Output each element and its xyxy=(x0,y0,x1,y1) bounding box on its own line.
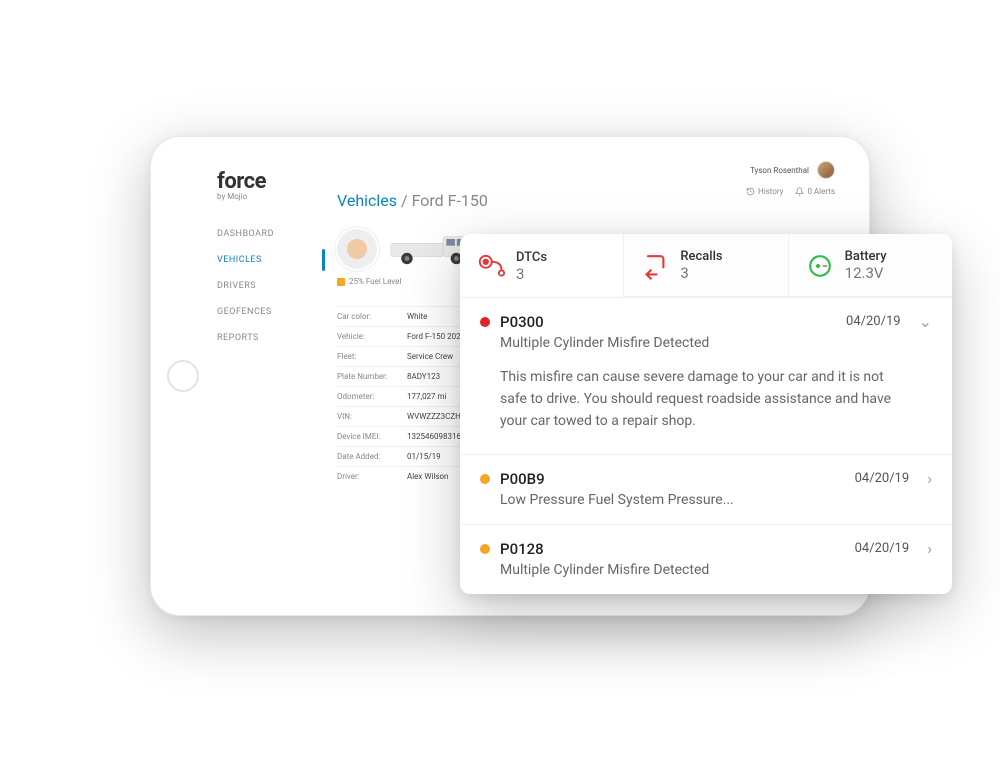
nav-vehicles[interactable]: VEHICLES xyxy=(217,247,325,273)
dtc-title: Multiple Cylinder Misfire Detected xyxy=(500,335,932,351)
chevron-right-icon: › xyxy=(927,469,932,488)
driver-avatar[interactable] xyxy=(337,229,377,269)
dtc-code: P0128 xyxy=(500,540,544,558)
battery-icon xyxy=(805,251,835,281)
chevron-down-icon: ⌄ xyxy=(919,312,932,331)
topbar: Tyson Rosenthal xyxy=(750,161,835,179)
severity-dot-amber xyxy=(480,474,490,484)
dtc-date: 04/20/19 xyxy=(855,541,910,556)
nav-drivers[interactable]: DRIVERS xyxy=(217,273,325,299)
brand-name: force xyxy=(217,169,325,194)
breadcrumb-section[interactable]: Vehicles xyxy=(337,191,397,210)
brand-subtitle: by Mojio xyxy=(217,192,325,201)
fuel-icon xyxy=(337,278,345,286)
breadcrumb-current: Ford F-150 xyxy=(412,191,488,210)
severity-dot-red xyxy=(480,317,490,327)
dtc-icon xyxy=(476,252,506,282)
dtc-description: This misfire can cause severe damage to … xyxy=(500,367,900,432)
diagnostics-panel: DTCs3 Recalls3 Battery12.3V P0300 04/20/… xyxy=(460,234,952,594)
avatar[interactable] xyxy=(817,161,835,179)
bell-icon xyxy=(795,187,804,196)
dtc-code: P0300 xyxy=(500,313,544,331)
nav-dashboard[interactable]: DASHBOARD xyxy=(217,221,325,247)
diagnostic-tabs: DTCs3 Recalls3 Battery12.3V xyxy=(460,234,952,297)
recall-icon xyxy=(640,251,670,281)
history-link[interactable]: History xyxy=(746,187,783,196)
dtc-title: Low Pressure Fuel System Pressure... xyxy=(500,492,932,508)
alerts-link[interactable]: 0 Alerts xyxy=(795,187,835,196)
sub-toolbar: History 0 Alerts xyxy=(746,187,835,196)
tab-recalls[interactable]: Recalls3 xyxy=(623,234,787,297)
dtc-date: 04/20/19 xyxy=(855,471,910,486)
dtc-date: 04/20/19 xyxy=(846,314,901,329)
nav-reports[interactable]: REPORTS xyxy=(217,325,325,351)
chevron-right-icon: › xyxy=(927,539,932,558)
tab-battery[interactable]: Battery12.3V xyxy=(788,234,952,297)
tab-dtcs[interactable]: DTCs3 xyxy=(460,234,623,297)
dtc-code: P00B9 xyxy=(500,470,545,488)
history-icon xyxy=(746,187,755,196)
severity-dot-amber xyxy=(480,544,490,554)
dtc-item[interactable]: P0300 04/20/19 ⌄ Multiple Cylinder Misfi… xyxy=(460,297,952,454)
user-name: Tyson Rosenthal xyxy=(750,166,809,175)
nav-geofences[interactable]: GEOFENCES xyxy=(217,299,325,325)
sidebar: force by Mojio DASHBOARD VEHICLES DRIVER… xyxy=(205,153,325,599)
dtc-title: Multiple Cylinder Misfire Detected xyxy=(500,562,932,578)
dtc-item[interactable]: P0128 04/20/19 › Multiple Cylinder Misfi… xyxy=(460,524,952,594)
dtc-item[interactable]: P00B9 04/20/19 › Low Pressure Fuel Syste… xyxy=(460,454,952,524)
